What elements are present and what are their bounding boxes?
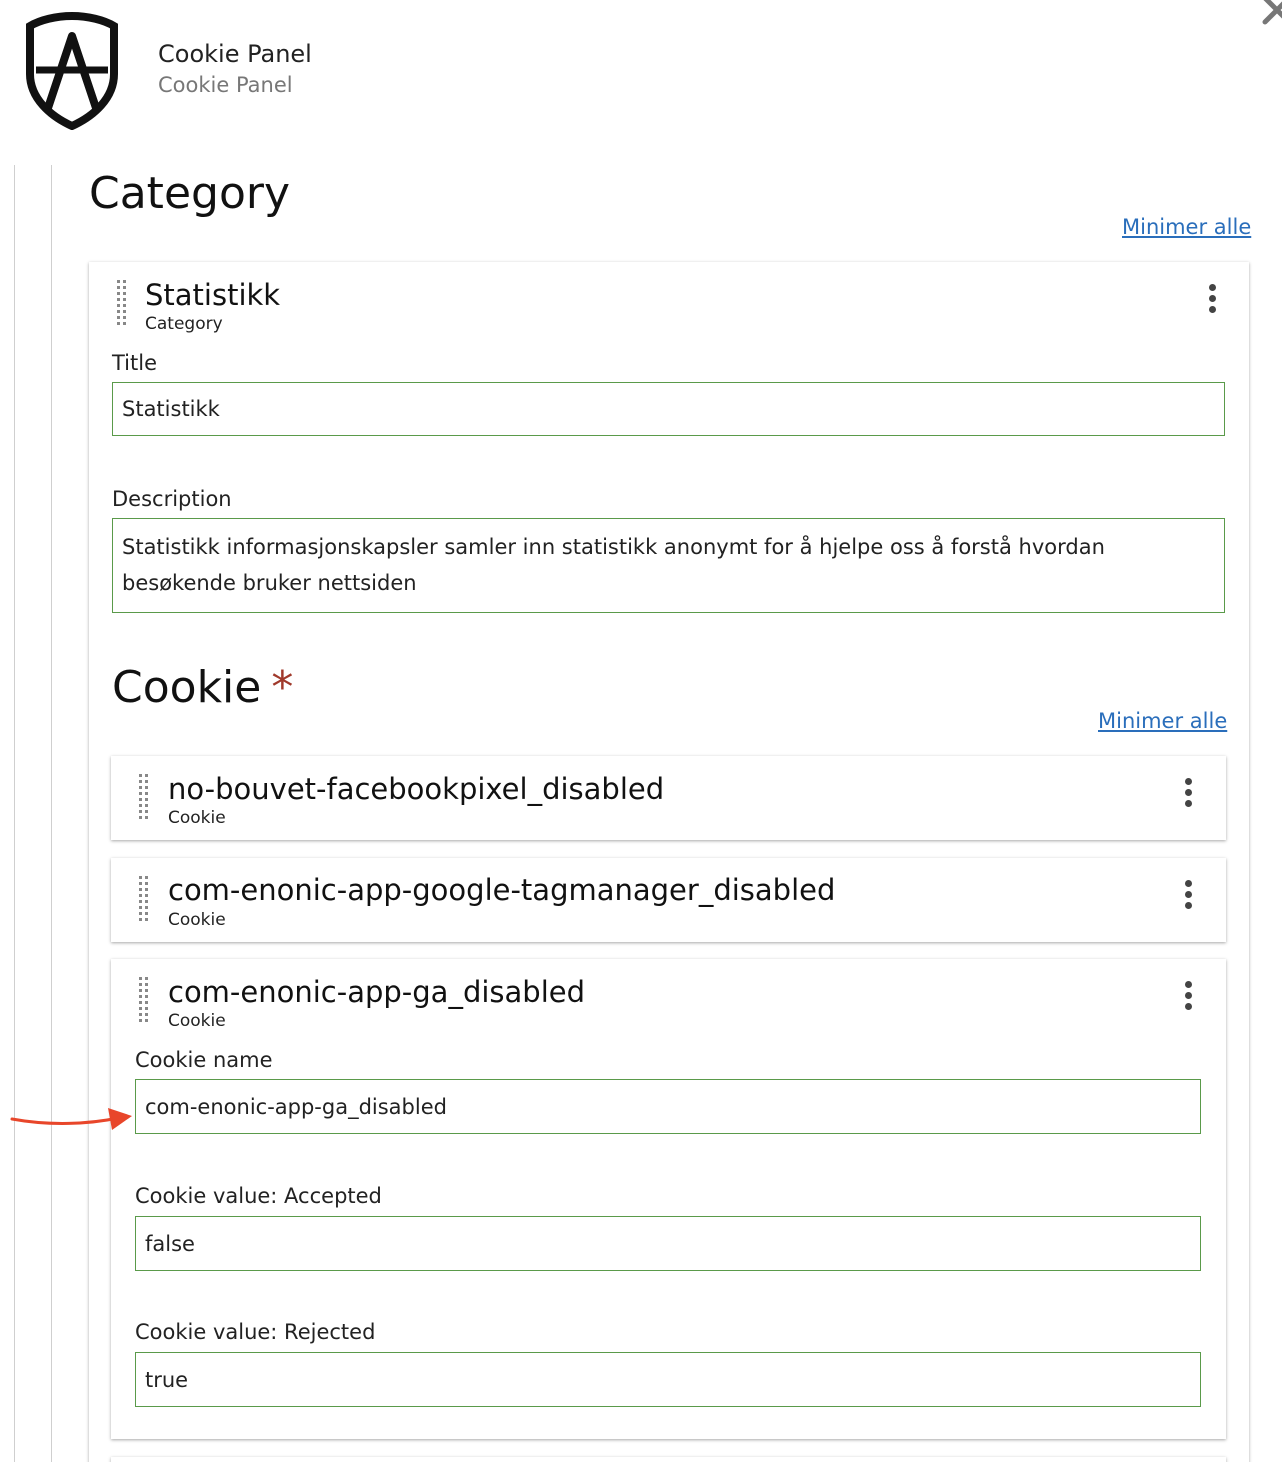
cookie-section-title-text: Cookie [112, 662, 262, 713]
app-title: Cookie Panel [158, 40, 312, 68]
cookie-name-input[interactable]: com-enonic-app-ga_disabled [135, 1079, 1201, 1134]
cookie-item-title: no-bouvet-facebookpixel_disabled [168, 772, 665, 806]
cookie-item-type: Cookie [168, 1011, 226, 1031]
cookie-value-rejected-label: Cookie value: Rejected [135, 1320, 376, 1344]
cookie-section-title: Cookie * [112, 662, 293, 713]
cookie-item-title: com-enonic-app-google-tagmanager_disable… [168, 873, 836, 907]
drag-handle-icon[interactable] [139, 774, 149, 822]
cookie-item-card[interactable] [111, 1457, 1226, 1462]
more-options-icon[interactable] [1178, 981, 1198, 1021]
cookie-value-rejected-input[interactable]: true [135, 1352, 1201, 1407]
app-header: Cookie Panel Cookie Panel [0, 0, 1282, 150]
cookie-item-type: Cookie [168, 808, 226, 828]
category-item-type: Category [145, 314, 223, 334]
category-section-title: Category [89, 168, 290, 219]
description-textarea[interactable]: Statistikk informasjonskapsler samler in… [112, 518, 1225, 613]
cookie-item-title: com-enonic-app-ga_disabled [168, 975, 586, 1009]
outline-guide-line [51, 165, 52, 1462]
cookie-item-card[interactable]: no-bouvet-facebookpixel_disabled Cookie [111, 756, 1226, 840]
drag-handle-icon[interactable] [139, 977, 149, 1025]
app-subtitle: Cookie Panel [158, 73, 293, 97]
shield-a-logo-icon [26, 12, 118, 130]
cookie-item-type: Cookie [168, 910, 226, 930]
drag-handle-icon[interactable] [117, 280, 127, 328]
category-card: Statistikk Category Title Statistikk Des… [89, 262, 1249, 1462]
required-marker: * [271, 662, 294, 713]
category-minimize-all-link[interactable]: Minimer alle [1122, 215, 1251, 239]
drag-handle-icon[interactable] [139, 876, 149, 924]
title-field-label: Title [112, 351, 158, 375]
more-options-icon[interactable] [1178, 778, 1198, 818]
title-input[interactable]: Statistikk [112, 382, 1225, 436]
annotation-arrow-icon [10, 1108, 132, 1130]
category-item-title: Statistikk [145, 278, 281, 312]
description-field-label: Description [112, 487, 232, 511]
cookie-item-card[interactable]: com-enonic-app-google-tagmanager_disable… [111, 858, 1226, 942]
cookie-value-accepted-input[interactable]: false [135, 1216, 1201, 1271]
cookie-value-accepted-label: Cookie value: Accepted [135, 1184, 382, 1208]
more-options-icon[interactable] [1178, 880, 1198, 920]
more-options-icon[interactable] [1202, 284, 1222, 324]
cookie-name-label: Cookie name [135, 1048, 273, 1072]
cookie-minimize-all-link[interactable]: Minimer alle [1098, 709, 1227, 733]
cookie-item-card-expanded: com-enonic-app-ga_disabled Cookie Cookie… [111, 959, 1226, 1439]
outline-guide-line [14, 165, 15, 1462]
